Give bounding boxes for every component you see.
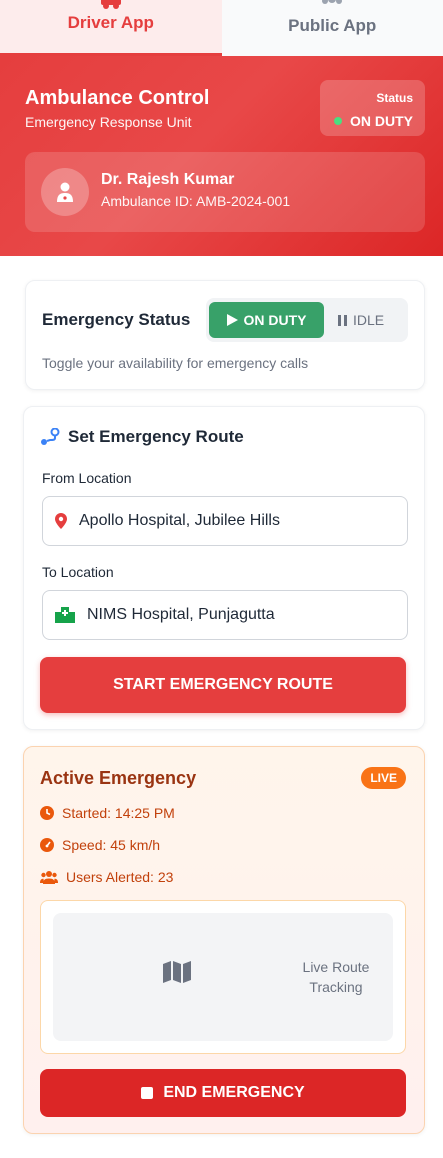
idle-label: IDLE <box>353 312 385 328</box>
start-emergency-route-button[interactable]: START EMERGENCY ROUTE <box>40 657 406 713</box>
on-duty-label: ON DUTY <box>243 312 307 328</box>
map-placeholder: Live Route Tracking <box>53 913 393 1041</box>
emergency-status-card: Emergency Status ON DUTY IDLE Toggle you… <box>25 280 425 390</box>
speed-row: Speed: 45 km/h <box>40 837 160 853</box>
hospital-icon <box>55 607 75 623</box>
ambulance-id: Ambulance ID: AMB-2024-001 <box>101 193 291 209</box>
clock-icon <box>40 806 54 820</box>
tab-public-label: Public App <box>288 16 377 35</box>
started-row: Started: 14:25 PM <box>40 805 175 821</box>
tab-driver-label: Driver App <box>67 13 154 32</box>
live-route-map[interactable]: Live Route Tracking <box>40 900 406 1054</box>
tab-driver-app[interactable]: Driver App <box>0 0 222 56</box>
users-alerted-icon <box>40 871 58 884</box>
users-alerted-text: Users Alerted: 23 <box>66 869 174 885</box>
idle-toggle-button[interactable]: IDLE <box>338 302 400 338</box>
stop-icon <box>141 1087 154 1099</box>
header-title: Ambulance Control <box>25 87 210 109</box>
app-tabs: Driver App Public App <box>0 0 443 56</box>
avatar <box>41 168 89 216</box>
from-location-field[interactable] <box>42 496 408 546</box>
from-location-label: From Location <box>42 470 132 486</box>
ambulance-icon <box>100 0 122 14</box>
status-dot-icon <box>334 117 342 125</box>
map-icon <box>163 961 191 983</box>
users-icon <box>321 0 343 14</box>
to-location-label: To Location <box>42 564 114 580</box>
active-emergency-card: Active Emergency LIVE Started: 14:25 PM … <box>23 746 425 1134</box>
driver-name: Dr. Rajesh Kumar <box>101 171 235 188</box>
end-emergency-label: END EMERGENCY <box>163 1084 305 1101</box>
route-icon <box>41 428 60 445</box>
to-location-input[interactable] <box>87 606 387 624</box>
speedometer-icon <box>40 838 54 852</box>
emergency-status-hint: Toggle your availability for emergency c… <box>42 355 309 371</box>
header-subtitle: Emergency Response Unit <box>25 114 192 130</box>
tab-public-app[interactable]: Public App <box>221 0 443 56</box>
route-card: Set Emergency Route From Location To Loc… <box>23 406 425 730</box>
status-box: Status ON DUTY <box>320 80 425 136</box>
on-duty-toggle-button[interactable]: ON DUTY <box>209 302 324 338</box>
control-header: Ambulance Control Emergency Response Uni… <box>0 56 443 256</box>
map-text: Live Route Tracking <box>302 959 370 995</box>
users-alerted-row: Users Alerted: 23 <box>40 869 173 885</box>
from-location-input[interactable] <box>79 512 379 530</box>
route-title-text: Set Emergency Route <box>68 427 244 446</box>
play-icon <box>226 314 238 326</box>
status-value-text: ON DUTY <box>350 113 413 129</box>
doctor-icon <box>57 182 73 202</box>
emergency-status-title: Emergency Status <box>42 310 191 329</box>
speed-text: Speed: 45 km/h <box>62 837 161 853</box>
duty-toggle: ON DUTY IDLE <box>206 298 408 342</box>
active-emergency-title: Active Emergency <box>40 768 197 788</box>
driver-card: Dr. Rajesh Kumar Ambulance ID: AMB-2024-… <box>25 152 425 232</box>
end-emergency-button[interactable]: END EMERGENCY <box>40 1069 406 1117</box>
to-location-field[interactable] <box>42 590 408 640</box>
status-value: ON DUTY <box>334 113 413 129</box>
map-pin-icon <box>55 513 67 529</box>
status-label: Status <box>376 91 413 105</box>
route-title: Set Emergency Route <box>40 427 244 447</box>
pause-icon <box>338 314 347 326</box>
live-badge: LIVE <box>361 767 406 789</box>
started-text: Started: 14:25 PM <box>62 805 175 821</box>
